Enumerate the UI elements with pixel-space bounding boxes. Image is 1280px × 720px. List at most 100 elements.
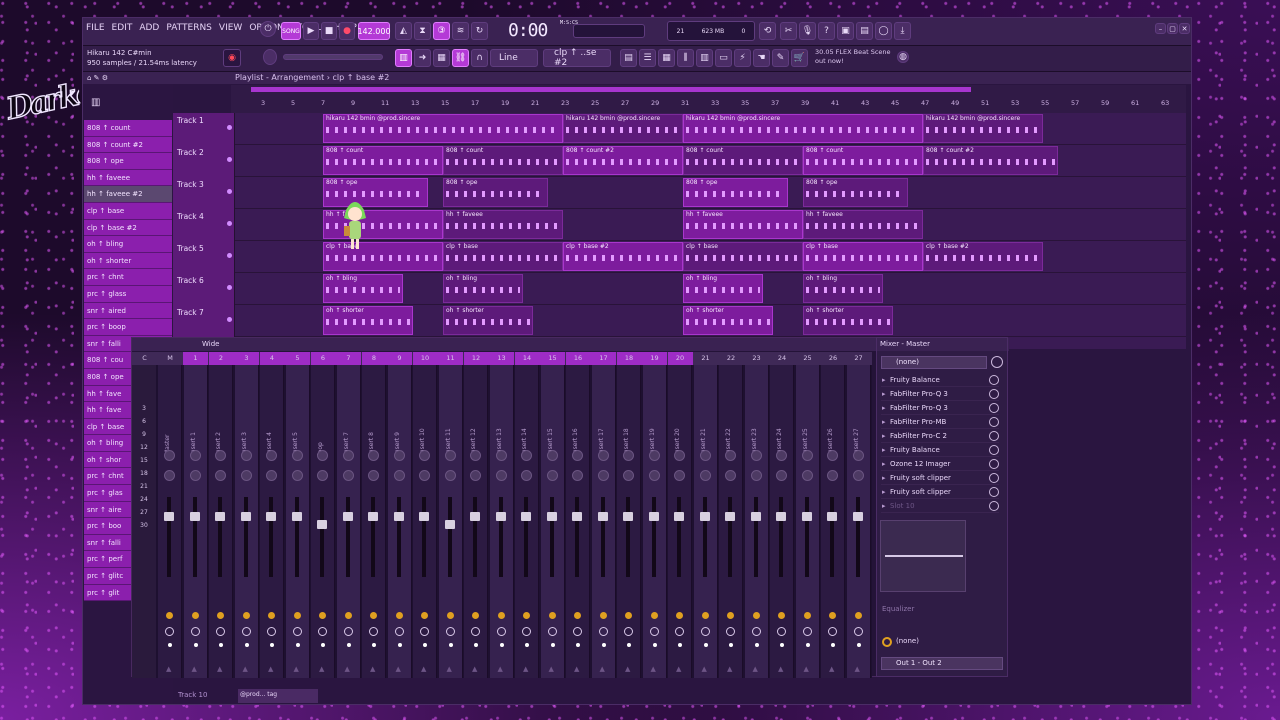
- route-arrow-icon[interactable]: ▲: [166, 665, 171, 673]
- pan-knob[interactable]: [597, 450, 609, 461]
- record-arm-icon[interactable]: [828, 627, 837, 636]
- pattern-clip[interactable]: oh ↑ shorter: [803, 306, 893, 335]
- route-arrow-icon[interactable]: ▲: [217, 665, 222, 673]
- volume-fader[interactable]: [776, 512, 786, 521]
- loop-record-icon[interactable]: ↻: [471, 22, 488, 40]
- send-dot-icon[interactable]: [652, 643, 657, 647]
- volume-fader[interactable]: [368, 512, 378, 521]
- pan-knob[interactable]: [699, 450, 711, 461]
- route-arrow-icon[interactable]: ▲: [472, 665, 477, 673]
- record-arm-icon[interactable]: [522, 627, 531, 636]
- browser-item[interactable]: clp ↑ base #2: [84, 219, 172, 237]
- fx-slot[interactable]: FabFilter Pro-Q 3: [881, 402, 999, 415]
- fx-mix-knob-icon[interactable]: [989, 445, 999, 455]
- mixer-channel-strip[interactable]: Insert 13 ▲: [489, 365, 514, 678]
- record-arm-icon[interactable]: [649, 627, 659, 636]
- mixer-channel-number[interactable]: 7: [336, 352, 361, 365]
- route-arrow-icon[interactable]: ▲: [549, 665, 554, 673]
- route-arrow-icon[interactable]: ▲: [702, 665, 707, 673]
- plugin-picker-icon[interactable]: ⚡: [734, 49, 751, 67]
- mixer-channel-number[interactable]: 15: [540, 352, 565, 365]
- mixer-channel-strip[interactable]: Insert 10 ▲: [413, 365, 437, 678]
- pan-knob[interactable]: [801, 470, 813, 481]
- mixer-channel-strip[interactable]: Insert 1 ▲: [183, 365, 208, 678]
- route-arrow-icon[interactable]: ▲: [804, 665, 809, 673]
- pattern-clip[interactable]: 808 ↑ ope: [443, 178, 548, 207]
- volume-fader[interactable]: [572, 512, 582, 521]
- volume-fader[interactable]: [546, 512, 557, 521]
- record-arm-icon[interactable]: [318, 627, 327, 636]
- browser-item[interactable]: prc ↑ glass: [84, 285, 172, 303]
- mixer-channel-number[interactable]: 3: [234, 352, 259, 365]
- pan-knob[interactable]: [240, 470, 252, 481]
- record-arm-icon[interactable]: [471, 627, 480, 636]
- mixer-icon[interactable]: ⫼: [677, 49, 694, 67]
- pattern-clip[interactable]: clp ↑ base: [803, 242, 923, 271]
- close-icon[interactable]: ✕: [1179, 23, 1190, 34]
- route-arrow-icon[interactable]: ▲: [319, 665, 324, 673]
- record-arm-icon[interactable]: [547, 627, 557, 636]
- track-header[interactable]: Track 3: [173, 177, 235, 209]
- route-arrow-icon[interactable]: ▲: [829, 665, 834, 673]
- fx-slot[interactable]: Fruity Balance: [881, 374, 999, 387]
- route-led[interactable]: [599, 612, 607, 619]
- mixer-channel-number[interactable]: 1: [183, 352, 208, 365]
- mixer-channel-strip[interactable]: loop ▲: [311, 365, 335, 678]
- pattern-clip[interactable]: 808 ↑ count #2: [923, 146, 1058, 175]
- pan-knob[interactable]: [521, 470, 532, 481]
- pattern-clip[interactable]: clp ↑ base: [683, 242, 803, 271]
- mixer-channel-strip[interactable]: Insert 8 ▲: [362, 365, 386, 678]
- browser-item[interactable]: oh ↑ shorter: [84, 252, 172, 270]
- pattern-clip[interactable]: clp ↑ base: [443, 242, 563, 271]
- power-icon[interactable]: ⏻: [260, 21, 276, 37]
- countdown-icon[interactable]: ③: [433, 22, 450, 40]
- track-header[interactable]: Track 2: [173, 145, 235, 177]
- pan-knob[interactable]: [546, 450, 558, 461]
- route-led[interactable]: [803, 612, 811, 619]
- volume-fader[interactable]: [444, 520, 455, 529]
- pattern-clip[interactable]: clp ↑ base #2: [923, 242, 1043, 271]
- maximize-icon[interactable]: ▢: [1167, 23, 1178, 34]
- route-led[interactable]: [574, 612, 581, 619]
- browser-item[interactable]: clp ↑ base: [84, 202, 172, 220]
- mixer-channel-strip[interactable]: Insert 3 ▲: [234, 365, 259, 678]
- pan-knob[interactable]: [699, 470, 711, 481]
- fx-slot[interactable]: Ozone 12 Imager: [881, 458, 999, 471]
- pan-knob[interactable]: [495, 470, 507, 481]
- master-pitch-slider[interactable]: [283, 54, 383, 60]
- record-arm-icon[interactable]: [420, 627, 429, 636]
- route-arrow-icon[interactable]: ▲: [396, 665, 401, 673]
- volume-fader[interactable]: [495, 512, 506, 521]
- mixer-channel-strip[interactable]: Insert 12 ▲: [464, 365, 488, 678]
- pan-knob[interactable]: [317, 450, 328, 461]
- mixer-channel-number[interactable]: 22: [719, 352, 744, 365]
- master-volume-knob[interactable]: [263, 49, 277, 65]
- fx-slot[interactable]: Fruity Balance: [881, 444, 999, 457]
- pan-knob[interactable]: [419, 470, 430, 481]
- pattern-clip[interactable]: hikaru 142 bmin @prod.sincere: [323, 114, 563, 143]
- send-dot-icon[interactable]: [346, 643, 351, 647]
- mixer-channel-number[interactable]: 11: [438, 352, 463, 365]
- pattern-clip[interactable]: hikaru 142 bmin @prod.sincere: [923, 114, 1043, 143]
- mixer-channel-number[interactable]: 24: [770, 352, 795, 365]
- fx-mix-knob-icon[interactable]: [989, 431, 999, 441]
- mixer-channel-strip[interactable]: Insert 18 ▲: [617, 365, 641, 678]
- mixer-channel-number[interactable]: 20: [667, 352, 693, 365]
- send-dot-icon[interactable]: [576, 643, 580, 647]
- pan-knob[interactable]: [750, 450, 762, 461]
- mixer-channel-number[interactable]: 19: [642, 352, 667, 365]
- pattern-clip[interactable]: 808 ↑ ope: [803, 178, 908, 207]
- help-icon[interactable]: ?: [818, 22, 835, 40]
- fx-slot[interactable]: FabFilter Pro-C 2: [881, 430, 999, 443]
- browser-item[interactable]: 808 ↑ count #2: [84, 136, 172, 154]
- mixer-channel-strip[interactable]: Insert 27 ▲: [846, 365, 871, 678]
- pan-knob[interactable]: [291, 470, 303, 481]
- wait-icon[interactable]: ⧗: [414, 22, 431, 40]
- fx-mix-knob-icon[interactable]: [989, 487, 999, 497]
- route-led[interactable]: [472, 612, 479, 619]
- route-led[interactable]: [242, 612, 250, 619]
- send-dot-icon[interactable]: [780, 643, 784, 647]
- blend-icon[interactable]: ≋: [452, 22, 469, 40]
- pattern-clip[interactable]: 808 ↑ count: [323, 146, 443, 175]
- route-led[interactable]: [854, 612, 862, 619]
